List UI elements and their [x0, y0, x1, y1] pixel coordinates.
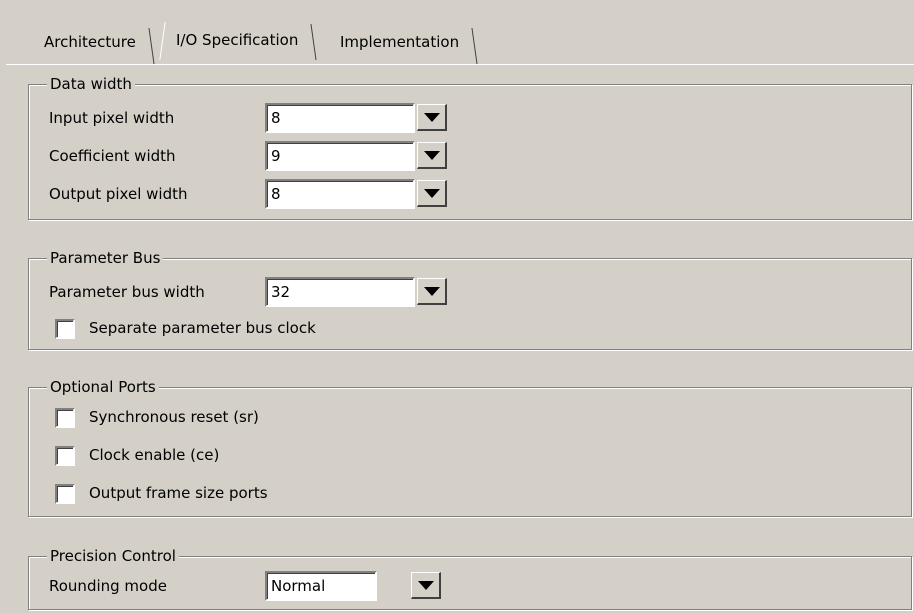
coefficient-width-value: 9 — [271, 147, 281, 165]
separate-parameter-bus-clock-checkbox[interactable] — [55, 319, 75, 339]
tab-strip: Architecture I/O Specification Implement… — [0, 0, 914, 66]
output-frame-size-ports-label[interactable]: Output frame size ports — [89, 484, 268, 502]
tab-implementation[interactable]: Implementation — [330, 26, 478, 64]
input-pixel-width-label: Input pixel width — [49, 109, 175, 127]
rounding-mode-label: Rounding mode — [49, 577, 167, 595]
synchronous-reset-label[interactable]: Synchronous reset (sr) — [89, 408, 259, 426]
rounding-mode-value: Normal — [271, 577, 326, 595]
coefficient-width-label: Coefficient width — [49, 147, 176, 165]
clock-enable-label[interactable]: Clock enable (ce) — [89, 446, 219, 464]
rounding-mode-select[interactable]: Normal — [265, 571, 377, 601]
tab-architecture-label: Architecture — [44, 33, 136, 51]
coefficient-width-select[interactable]: 9 — [265, 141, 415, 171]
optional-ports-title: Optional Ports — [47, 377, 159, 397]
tab-io-specification[interactable]: I/O Specification — [166, 22, 317, 64]
separate-parameter-bus-clock-label[interactable]: Separate parameter bus clock — [89, 319, 316, 337]
tab-io-specification-label: I/O Specification — [176, 31, 299, 49]
chevron-down-icon — [424, 113, 440, 122]
rounding-mode-dropdown-button[interactable] — [411, 572, 441, 599]
data-width-title: Data width — [47, 74, 135, 94]
input-pixel-width-dropdown-button[interactable] — [417, 104, 447, 131]
precision-control-group: Precision Control Rounding mode Normal — [28, 546, 912, 610]
data-width-group: Data width Input pixel width 8 Coefficie… — [28, 74, 912, 220]
chevron-down-icon — [424, 151, 440, 160]
parameter-bus-width-dropdown-button[interactable] — [417, 278, 447, 305]
clock-enable-checkbox[interactable] — [55, 446, 75, 466]
precision-control-title: Precision Control — [47, 546, 179, 566]
input-pixel-width-value: 8 — [271, 109, 281, 127]
parameter-bus-title: Parameter Bus — [47, 248, 164, 268]
parameter-bus-width-label: Parameter bus width — [49, 283, 205, 301]
parameter-bus-width-select[interactable]: 32 — [265, 277, 415, 307]
chevron-down-icon — [424, 189, 440, 198]
output-frame-size-ports-checkbox[interactable] — [55, 484, 75, 504]
output-pixel-width-value: 8 — [271, 185, 281, 203]
output-pixel-width-dropdown-button[interactable] — [417, 180, 447, 207]
input-pixel-width-select[interactable]: 8 — [265, 103, 415, 133]
optional-ports-group: Optional Ports Synchronous reset (sr) Cl… — [28, 377, 912, 517]
chevron-down-icon — [424, 287, 440, 296]
dialog-window: Architecture I/O Specification Implement… — [0, 0, 914, 613]
parameter-bus-width-value: 32 — [271, 283, 291, 301]
coefficient-width-dropdown-button[interactable] — [417, 142, 447, 169]
parameter-bus-group: Parameter Bus Parameter bus width 32 Sep… — [28, 248, 912, 350]
output-pixel-width-select[interactable]: 8 — [265, 179, 415, 209]
tab-implementation-label: Implementation — [340, 33, 460, 51]
output-pixel-width-label: Output pixel width — [49, 185, 188, 203]
tab-divider — [6, 64, 914, 66]
chevron-down-icon — [418, 581, 434, 590]
tab-architecture[interactable]: Architecture — [34, 26, 155, 64]
synchronous-reset-checkbox[interactable] — [55, 408, 75, 428]
